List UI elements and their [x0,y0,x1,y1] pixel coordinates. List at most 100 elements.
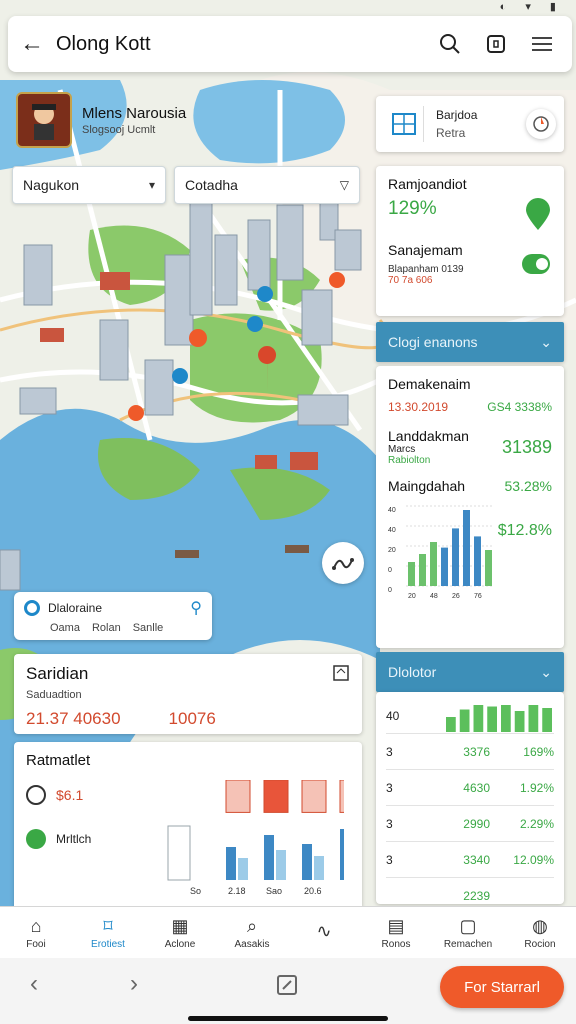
chat-icon: ▢ [459,915,477,936]
nav-item[interactable]: ◍ Rocion [504,907,576,958]
stats-card: Ramjoandiot 129% Sanajemam Blapanham 013… [376,166,564,316]
analytics-sub-1: Marcs [388,444,416,455]
bottom-navigation: ⌂ Fooi ⌑ Erotiest ▦ Aclone ⌕ Aasakis ∿ ▤ Ronos ▢ Rem… [0,906,576,958]
stat-sub-1: Blapanham 0139 [388,264,464,275]
table-cell: 2990 [463,816,490,831]
sparkline-bar [514,710,525,732]
page-title: Olong Kott [56,32,151,55]
location-card[interactable]: Dlaloraine ⚲ Oama Rolan Sanlle [14,592,212,640]
table-cell: 4630 [463,780,490,795]
info-card-top[interactable]: Barjdoa Retra [376,96,564,152]
nav-item-label: Rocion [524,938,556,950]
analytics-sub-2: Rabiolton [388,455,431,466]
info-label: Barjdoa [436,108,478,122]
stat-sub-2: 70 7a 606 [388,275,433,286]
stat-title: Ramjoandiot [388,176,467,192]
forward-chevron-icon[interactable]: › [130,970,138,998]
table-cell: 3376 [463,744,490,759]
primary-action-button[interactable]: For Starrarl [440,966,564,1008]
poi-name: Mlens Narousia [82,104,187,122]
info-sub: Retra [436,126,466,140]
mini-red-bar [263,780,289,813]
chart-bar [408,562,415,586]
stat-sub-title: Sanajemam [388,242,463,258]
chart-bar [430,542,437,586]
table-row: 3 3340 12.09% [386,842,554,878]
summary-subtitle: Saduadtion [26,689,82,701]
nav-item[interactable]: ∿ [288,907,360,958]
stat-value: 129% [388,198,437,219]
chevron-down-icon: ▽ [339,178,349,192]
section-header-label: Clogi enanons [388,334,478,350]
profile-icon: ◍ [532,915,548,936]
mini-red-bar [339,780,344,813]
document-icon: ▤ [387,915,405,936]
chart-value: $12.8% [497,522,552,539]
table-row: 3 3376 169% [386,734,554,770]
nav-item[interactable]: ⌂ Fooi [0,907,72,958]
sparkline-bar [473,704,484,732]
section-header-2[interactable]: Dlolotor ⌄ [376,652,564,692]
nav-item[interactable]: ▤ Ronos [360,907,432,958]
table-cell: 12.09% [513,852,554,867]
section-header-label-2: Dlolotor [388,664,437,680]
route-button[interactable] [322,542,364,584]
home-icon: ⌂ [30,915,42,936]
back-chevron-icon[interactable]: ‹ [30,970,38,998]
expand-icon[interactable] [332,664,350,687]
x-tick-label: 76 [474,593,482,600]
mini-light-bar [238,858,248,880]
chart-bar [452,528,459,586]
nav-item[interactable]: ▢ Remachen [432,907,504,958]
bar-chart: 40 40 20 0 0 20 48 26 76 [388,505,494,600]
nav-item[interactable]: ⌑ Erotiest [72,907,144,958]
mini-bar-chart: So 2.18 Sao 20.6 [167,780,344,896]
summary-title: Saridian [26,664,89,683]
navigate-icon[interactable]: ⚲ [190,598,202,618]
back-arrow-icon[interactable]: ← [20,30,56,58]
compass-icon[interactable] [526,109,556,139]
chart-bar [485,550,492,586]
summary-value-1: 21.37 40630 [26,709,121,728]
mini-red-bar [301,780,327,813]
clock-icon [26,785,46,805]
poi-logo [16,92,72,148]
chevron-down-icon: ▾ [148,178,155,192]
x-tick-label: 48 [430,593,438,600]
location-item: Rolan [91,622,121,634]
filter-dropdown-right[interactable]: Cotadha ▽ [174,166,360,204]
search-icon[interactable] [432,26,468,62]
chart-bar [441,547,448,586]
table-cell: 40 [386,708,400,723]
summary-value-2: 10076 [168,709,216,728]
status-dot-icon [26,829,46,849]
section-header-1[interactable]: Clogi enanons ⌄ [376,322,564,362]
bookmark-icon: ⌑ [103,915,113,936]
nav-item[interactable]: ▦ Aclone [144,907,216,958]
sparkline-chart [446,704,552,732]
edit-icon[interactable] [276,974,298,1003]
location-pin-icon [526,198,550,230]
mini-x-label: 20.6 [304,886,322,896]
mini-x-label: Sao [266,886,282,896]
chart-panel-title: Ratmatlet [26,752,91,769]
analytics-value-3: 53.28% [504,478,552,494]
analytics-card: Demakenaim 13.30.2019 GS4 3338% Landdakm… [376,366,564,648]
status-bar: ◐ ▾ ▮ [499,1,564,13]
filter-dropdown-left[interactable]: Nagukon ▾ [12,166,166,204]
y-tick-label: 0 [388,587,392,594]
table-cell: 2239 [463,888,490,903]
calendar-icon[interactable] [478,26,514,62]
hamburger-menu-icon[interactable] [524,26,560,62]
route-icon [332,558,354,570]
y-tick-label: 20 [388,547,396,554]
filter-left-value: Nagukon [23,177,80,193]
nav-item-label: Erotiest [91,938,125,950]
analytics-title: Demakenaim [388,376,471,392]
mini-light-bar [276,850,286,880]
sparkline-bar [501,704,511,732]
mini-x-label: So [190,886,201,896]
nav-item[interactable]: ⌕ Aasakis [216,907,288,958]
table-cell: 2.29% [519,816,554,831]
poi-card[interactable]: Mlens Narousia Slogsooj Ucmlt [16,90,216,150]
